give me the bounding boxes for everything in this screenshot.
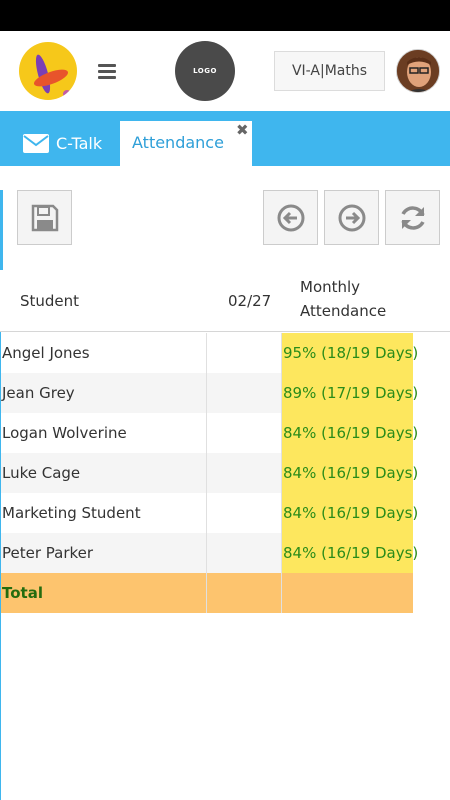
column-header-monthly: Monthly Attendance <box>300 278 387 320</box>
student-name: Logan Wolverine <box>2 424 127 442</box>
left-accent-bar <box>0 190 3 270</box>
table-row[interactable]: Logan Wolverine 84% (16/19 Days) <box>0 413 418 453</box>
tab-ctalk[interactable]: C-Talk <box>0 111 120 166</box>
monthly-attendance-cell: 95% (18/19 Days) <box>281 333 418 373</box>
date-cell[interactable] <box>206 373 281 413</box>
monthly-attendance-cell: 84% (16/19 Days) <box>281 493 418 533</box>
monthly-attendance-cell: 89% (17/19 Days) <box>281 373 418 413</box>
hamburger-icon[interactable] <box>98 64 116 79</box>
total-date-cell <box>206 573 281 613</box>
total-row: Total <box>0 573 413 613</box>
save-icon <box>31 204 59 232</box>
monthly-attendance-cell: 84% (16/19 Days) <box>281 413 418 453</box>
status-bar <box>0 0 450 31</box>
left-border-line <box>0 332 1 800</box>
total-monthly-cell <box>281 573 413 613</box>
refresh-button[interactable] <box>385 190 440 245</box>
refresh-icon <box>401 206 425 230</box>
date-cell[interactable] <box>206 413 281 453</box>
save-button[interactable] <box>17 190 72 245</box>
total-label: Total <box>0 573 206 613</box>
arrow-left-circle-icon <box>277 204 305 232</box>
date-cell[interactable] <box>206 533 281 573</box>
column-header-student: Student <box>20 292 80 310</box>
next-button[interactable] <box>324 190 379 245</box>
student-name: Luke Cage <box>0 453 206 493</box>
class-selector-button[interactable]: VI-A|Maths <box>274 51 385 91</box>
mail-icon <box>23 134 49 153</box>
student-name: Peter Parker <box>0 533 206 573</box>
date-cell[interactable] <box>206 333 281 373</box>
avatar[interactable] <box>396 49 440 93</box>
tab-bar: C-Talk Attendance ✖ <box>0 111 450 166</box>
student-name: Marketing Student <box>2 504 141 522</box>
student-name: Angel Jones <box>2 344 90 362</box>
app-logo-icon[interactable] <box>19 42 77 100</box>
date-cell[interactable] <box>206 453 281 493</box>
arrow-right-circle-icon <box>338 204 366 232</box>
table-row[interactable]: Angel Jones 95% (18/19 Days) <box>0 333 418 373</box>
tab-attendance-label: Attendance <box>132 133 224 152</box>
previous-button[interactable] <box>263 190 318 245</box>
column-header-date[interactable]: 02/27 <box>228 270 271 332</box>
table-row[interactable]: Jean Grey 89% (17/19 Days) <box>0 373 418 413</box>
monthly-attendance-cell: 84% (16/19 Days) <box>281 453 418 493</box>
tab-ctalk-label: C-Talk <box>56 134 103 153</box>
table-row[interactable]: Luke Cage 84% (16/19 Days) <box>0 453 418 493</box>
top-bar: LOGO VI-A|Maths <box>0 31 450 111</box>
date-cell[interactable] <box>206 493 281 533</box>
student-name: Jean Grey <box>0 373 206 413</box>
table-row[interactable]: Peter Parker 84% (16/19 Days) <box>0 533 418 573</box>
close-icon[interactable]: ✖ <box>236 121 249 139</box>
header-divider <box>0 331 450 332</box>
school-logo: LOGO <box>175 41 235 101</box>
monthly-attendance-cell: 84% (16/19 Days) <box>281 533 418 573</box>
table-row[interactable]: Marketing Student 84% (16/19 Days) <box>0 493 418 533</box>
tab-attendance[interactable]: Attendance ✖ <box>120 121 252 166</box>
